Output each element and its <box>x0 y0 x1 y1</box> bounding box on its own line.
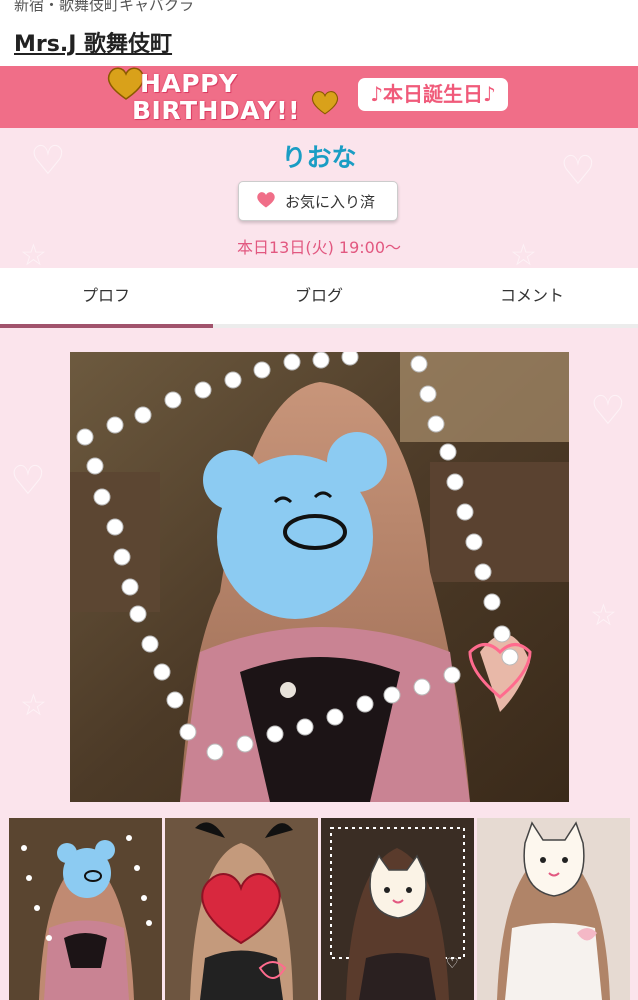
happy-text: HAPPY <box>140 69 238 98</box>
tab-comment[interactable]: コメント <box>426 268 638 324</box>
cast-name: りおな <box>281 143 357 172</box>
decorative-star-icon: ☆ <box>590 598 617 633</box>
photo-thumbnail[interactable] <box>165 818 318 1000</box>
tab-active-indicator <box>0 324 213 328</box>
decorative-heart-icon: ♡ <box>10 458 46 504</box>
photo-thumbnail[interactable] <box>9 818 162 1000</box>
favorite-label: お気に入り済 <box>285 193 376 211</box>
birthday-text: BIRTHDAY!! <box>132 96 301 125</box>
profile-tabs: プロフ ブログ コメント <box>0 268 638 324</box>
main-profile-photo[interactable] <box>70 352 569 802</box>
decorative-heart-icon: ♡ <box>590 388 626 434</box>
favorite-button[interactable]: お気に入り済 <box>238 181 398 221</box>
happy-birthday-title: HAPPY BIRTHDAY!! <box>132 70 300 124</box>
decorative-star-icon: ☆ <box>20 688 47 723</box>
tab-profile[interactable]: プロフ <box>0 268 212 324</box>
store-name-link[interactable]: Mrs.J 歌舞伎町 <box>14 26 172 58</box>
svg-text:♡: ♡ <box>446 956 459 972</box>
gold-heart-icon <box>311 91 339 115</box>
birthday-today-badge: ♪本日誕生日♪ <box>358 78 508 111</box>
photo-thumbnail[interactable] <box>477 818 630 1000</box>
birthday-banner: HAPPY BIRTHDAY!! <box>0 66 638 128</box>
photo-thumbnail[interactable]: ♡ <box>321 818 474 1000</box>
tab-blog[interactable]: ブログ <box>213 268 425 324</box>
heart-icon <box>257 192 275 208</box>
breadcrumb[interactable]: 新宿・歌舞伎町キャバクラ <box>14 0 194 15</box>
schedule-text: 本日13日(火) 19:00〜 <box>236 238 402 257</box>
